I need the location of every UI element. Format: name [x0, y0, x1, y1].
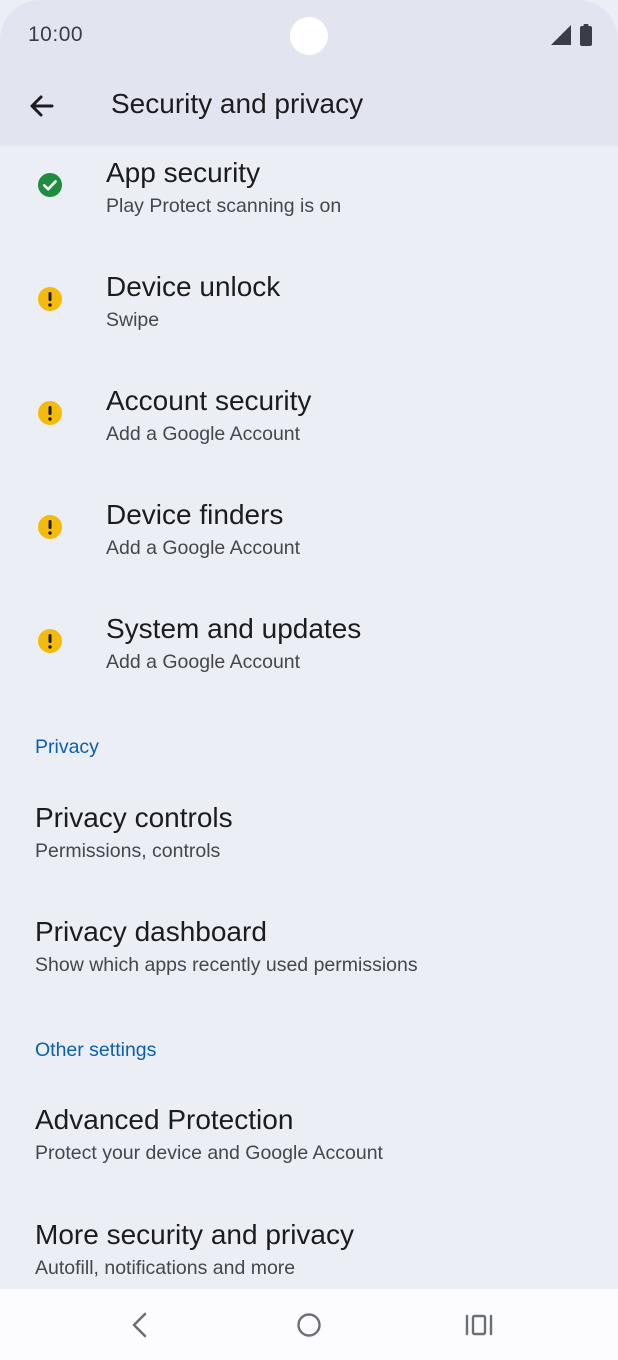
device-finders-item[interactable]: Device finders Add a Google Account [0, 488, 618, 596]
more-security-privacy-item[interactable]: More security and privacy Autofill, noti… [0, 1210, 618, 1289]
item-subtitle: Autofill, notifications and more [35, 1257, 296, 1279]
warning-circle-icon [38, 515, 62, 539]
item-subtitle: Add a Google Account [106, 537, 301, 559]
advanced-protection-item[interactable]: Advanced Protection Protect your device … [0, 1096, 618, 1204]
account-security-item[interactable]: Account security Add a Google Account [0, 374, 618, 482]
item-subtitle: Protect your device and Google Account [35, 1142, 383, 1164]
app-bar: Security and privacy [0, 70, 618, 146]
check-circle-icon [38, 173, 62, 197]
status-time: 10:00 [28, 23, 84, 46]
status-bar: 10:00 [0, 0, 618, 70]
warning-circle-icon [38, 401, 62, 425]
item-title: More security and privacy [35, 1219, 355, 1250]
item-subtitle: Permissions, controls [35, 840, 221, 862]
item-title: App security [106, 157, 261, 188]
warning-circle-icon [38, 287, 62, 311]
privacy-section-header: Privacy [35, 736, 99, 758]
item-title: Device unlock [106, 271, 281, 302]
item-title: Privacy dashboard [35, 916, 267, 947]
item-subtitle: Add a Google Account [106, 423, 301, 445]
page-title: Security and privacy [111, 88, 364, 119]
item-title: Device finders [106, 499, 284, 530]
battery-icon [580, 24, 592, 46]
warning-circle-icon [38, 629, 62, 653]
nav-back-icon[interactable] [126, 1309, 154, 1341]
item-subtitle: Swipe [106, 309, 160, 331]
other-settings-section-header: Other settings [35, 1039, 157, 1061]
cell-signal-icon [551, 25, 571, 45]
privacy-dashboard-item[interactable]: Privacy dashboard Show which apps recent… [0, 908, 618, 1016]
item-subtitle: Add a Google Account [106, 651, 301, 673]
settings-list[interactable]: App security Play Protect scanning is on… [0, 146, 618, 1289]
system-updates-item[interactable]: System and updates Add a Google Account [0, 602, 618, 710]
nav-recents-icon[interactable] [464, 1309, 494, 1341]
item-title: Privacy controls [35, 802, 233, 833]
privacy-controls-item[interactable]: Privacy controls Permissions, controls [0, 794, 618, 902]
arrow-back-icon[interactable] [24, 88, 60, 124]
nav-home-icon[interactable] [294, 1309, 324, 1341]
item-subtitle: Play Protect scanning is on [106, 195, 342, 217]
item-title: Advanced Protection [35, 1104, 294, 1135]
item-title: System and updates [106, 613, 362, 644]
camera-cutout [290, 17, 328, 55]
app-security-item[interactable]: App security Play Protect scanning is on [0, 146, 618, 254]
item-subtitle: Show which apps recently used permission… [35, 954, 418, 976]
item-title: Account security [106, 385, 312, 416]
device-unlock-item[interactable]: Device unlock Swipe [0, 260, 618, 368]
navigation-bar [0, 1289, 618, 1360]
